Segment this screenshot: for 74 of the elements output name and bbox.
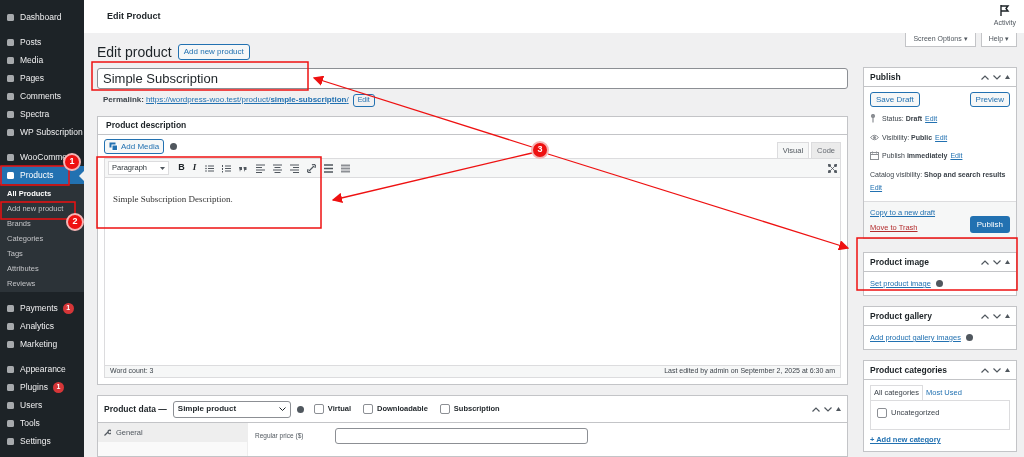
move-up-icon[interactable] (981, 259, 989, 265)
save-draft-button[interactable]: Save Draft (870, 92, 920, 107)
sidebar-item[interactable]: Settings (0, 432, 53, 450)
move-down-icon[interactable] (824, 406, 832, 412)
move-up-icon[interactable] (812, 406, 820, 412)
checkbox[interactable] (313, 404, 324, 414)
page-title: Edit Product (107, 9, 161, 23)
read-more-icon[interactable] (324, 163, 333, 173)
move-down-icon[interactable] (993, 259, 1001, 265)
align-left-icon[interactable] (256, 163, 265, 173)
checkbox[interactable] (439, 404, 450, 414)
media-icon (109, 142, 118, 151)
panel-title: Product image (870, 255, 930, 269)
toolbar-toggle-icon[interactable] (341, 163, 350, 173)
wrench-icon (104, 429, 111, 436)
calendar-icon (870, 151, 879, 160)
move-up-icon[interactable] (981, 367, 989, 373)
bullet-list-icon[interactable] (205, 163, 214, 173)
panel-title: Product categories (870, 363, 947, 377)
collapse-icon[interactable] (1005, 75, 1010, 79)
move-down-icon[interactable] (993, 313, 1001, 319)
panel-title: Product data — (104, 402, 167, 416)
panel-title: Product description (106, 119, 187, 132)
help-icon[interactable] (296, 405, 304, 413)
eye-icon (870, 132, 879, 142)
sidebar-item[interactable]: WP Subscription (0, 123, 84, 141)
move-down-icon[interactable] (993, 74, 1001, 80)
collapse-icon[interactable] (1005, 368, 1010, 372)
italic-button[interactable]: I (188, 161, 201, 175)
menu-icon (6, 12, 15, 22)
move-up-icon[interactable] (981, 74, 989, 80)
page-heading: Edit product (97, 42, 172, 62)
align-center-icon[interactable] (273, 163, 282, 173)
permalink-label: Permalink: (103, 94, 144, 106)
price-field[interactable] (335, 428, 588, 444)
add-media-button[interactable]: Add Media (104, 139, 165, 154)
sidebar-item[interactable]: Marketing (0, 335, 60, 353)
chevron-down-icon (278, 407, 286, 411)
panel-title: Publish (870, 70, 901, 84)
preview-button[interactable]: Preview (969, 92, 1010, 107)
bold-button[interactable]: B (175, 161, 188, 175)
editor-text: Simple Subscription Description. (113, 193, 234, 206)
help-icon[interactable] (170, 143, 178, 150)
move-up-icon[interactable] (981, 313, 989, 319)
numbered-list-icon[interactable] (222, 163, 231, 173)
product-type-select[interactable]: Simple product (172, 400, 291, 418)
sidebar-item[interactable]: Users (0, 396, 45, 414)
sidebar-item[interactable]: Posts (0, 33, 44, 51)
collapse-icon[interactable] (1005, 260, 1010, 264)
sidebar-item[interactable]: Tools (0, 414, 42, 432)
help-icon[interactable] (935, 280, 943, 287)
add-new-product-button[interactable]: Add new product (177, 44, 250, 60)
sidebar-item[interactable]: Spectra (0, 105, 52, 123)
move-down-icon[interactable] (993, 367, 1001, 373)
checkbox[interactable] (363, 404, 373, 414)
caret-icon (160, 166, 165, 170)
panel-title: Product gallery (870, 309, 932, 323)
title-field[interactable]: Simple Subscription (97, 68, 848, 89)
align-right-icon[interactable] (290, 163, 299, 173)
collapse-icon[interactable] (836, 407, 841, 411)
checkbox[interactable] (877, 407, 887, 418)
editor-area[interactable]: Simple Subscription Description. (105, 178, 840, 365)
permalink-link[interactable]: https://wordpress-woo.test/product/simple-subscription/ (145, 94, 349, 106)
sidebar-item[interactable]: Dashboard (0, 8, 64, 26)
sidebar-item[interactable]: Media (0, 51, 46, 69)
sidebar-item[interactable]: Comments (0, 87, 64, 105)
sidebar-item[interactable]: Pages (0, 69, 47, 87)
flag-icon (999, 4, 1010, 16)
sidebar-item[interactable]: Appearance (0, 360, 68, 378)
sidebar-item[interactable]: Analytics (0, 317, 56, 335)
help-icon[interactable] (965, 334, 973, 341)
fullscreen-icon[interactable] (828, 163, 837, 173)
publish-button[interactable]: Publish (969, 216, 1010, 233)
collapse-icon[interactable] (1005, 314, 1010, 318)
